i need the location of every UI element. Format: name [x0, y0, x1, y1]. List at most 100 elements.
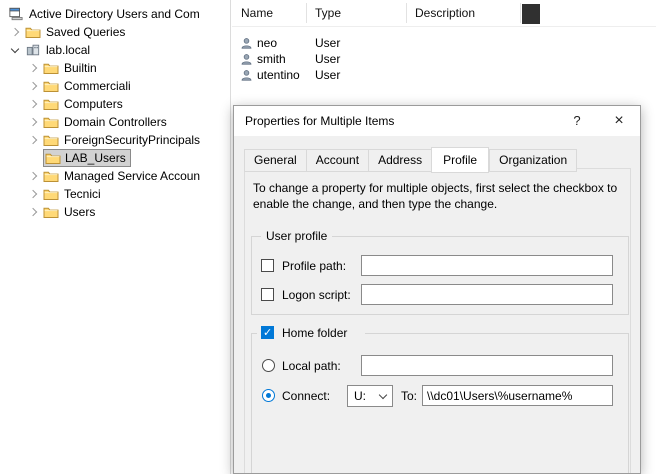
folder-icon — [43, 97, 59, 111]
local-path-label: Local path: — [282, 359, 341, 373]
tree-item-lab-local[interactable]: lab.local — [0, 41, 230, 59]
folder-icon — [43, 205, 59, 219]
user-icon — [240, 37, 253, 50]
folder-icon — [25, 25, 41, 39]
chevron-down-icon — [379, 391, 387, 399]
dialog-title: Properties for Multiple Items — [245, 106, 394, 136]
home-folder-checkbox[interactable] — [261, 326, 274, 339]
chevron-right-icon[interactable] — [29, 64, 37, 72]
logon-script-label: Logon script: — [282, 288, 351, 302]
tree-item-label: Managed Service Accoun — [64, 169, 200, 183]
chevron-right-icon[interactable] — [29, 190, 37, 198]
folder-icon — [43, 61, 59, 75]
tree-item-foreign-security-principals[interactable]: ForeignSecurityPrincipals — [0, 131, 230, 149]
list-item-utentino[interactable]: utentino User — [232, 67, 656, 83]
user-type: User — [315, 36, 340, 50]
tree-item-managed-service-accounts[interactable]: Managed Service Accoun — [0, 167, 230, 185]
chevron-right-icon[interactable] — [29, 118, 37, 126]
tab-account[interactable]: Account — [306, 149, 368, 172]
console-tree-panel: Active Directory Users and Com Saved Que… — [0, 0, 231, 474]
logon-script-input[interactable] — [361, 284, 613, 305]
chevron-right-icon[interactable] — [11, 28, 19, 36]
user-name: smith — [257, 52, 315, 66]
close-button[interactable]: × — [598, 106, 640, 136]
home-folder-label: Home folder — [282, 326, 347, 340]
folder-icon — [43, 79, 59, 93]
description-text-line2: enable the change, and then type the cha… — [253, 197, 497, 211]
folder-icon — [43, 169, 59, 183]
description-text-line1: To change a property for multiple object… — [253, 181, 617, 195]
user-icon — [240, 53, 253, 66]
connect-path-input[interactable] — [422, 385, 613, 406]
chevron-right-icon[interactable] — [29, 100, 37, 108]
user-type: User — [315, 68, 340, 82]
tab-organization[interactable]: Organization — [489, 149, 577, 172]
column-header-name[interactable]: Name — [241, 6, 273, 20]
tree-item-users[interactable]: Users — [0, 203, 230, 221]
chevron-right-icon[interactable] — [29, 136, 37, 144]
user-name: neo — [257, 36, 315, 50]
user-type: User — [315, 52, 340, 66]
tree-item-computers[interactable]: Computers — [0, 95, 230, 113]
tree-item-label: Domain Controllers — [64, 115, 167, 129]
domain-icon — [25, 43, 41, 57]
user-profile-group-title: User profile — [261, 229, 332, 243]
folder-icon — [45, 151, 61, 165]
tree-item-label: lab.local — [46, 43, 90, 57]
chevron-right-icon[interactable] — [29, 82, 37, 90]
list-column-header: Name Type Description — [232, 0, 656, 27]
drive-letter-dropdown[interactable]: U: — [347, 385, 393, 407]
user-icon — [240, 69, 253, 82]
tree-item-root[interactable]: Active Directory Users and Com — [0, 5, 230, 23]
column-divider[interactable] — [406, 3, 407, 23]
column-divider[interactable] — [306, 3, 307, 23]
selected-highlight: LAB_Users — [43, 149, 131, 167]
tree-item-saved-queries[interactable]: Saved Queries — [0, 23, 230, 41]
to-label: To: — [401, 389, 417, 403]
tree-item-label: ForeignSecurityPrincipals — [64, 133, 200, 147]
drive-letter-value: U: — [348, 389, 380, 403]
tree-item-label: Active Directory Users and Com — [29, 7, 200, 21]
list-item-neo[interactable]: neo User — [232, 35, 656, 51]
folder-icon — [43, 133, 59, 147]
tree-item-domain-controllers[interactable]: Domain Controllers — [0, 113, 230, 131]
properties-dialog: Properties for Multiple Items ? × Genera… — [233, 105, 641, 474]
header-dark-block — [522, 4, 540, 24]
logon-script-checkbox[interactable] — [261, 288, 274, 301]
column-divider[interactable] — [520, 3, 521, 23]
tab-address[interactable]: Address — [368, 149, 431, 172]
aduc-console-window: Active Directory Users and Com Saved Que… — [0, 0, 656, 474]
tree-item-label: Users — [64, 205, 95, 219]
local-path-input[interactable] — [361, 355, 613, 376]
dialog-tabstrip: General Account Address Profile Organiza… — [244, 147, 577, 172]
tree-item-builtin[interactable]: Builtin — [0, 59, 230, 77]
tree-item-tecnici[interactable]: Tecnici — [0, 185, 230, 203]
tab-general[interactable]: General — [244, 149, 306, 172]
list-item-smith[interactable]: smith User — [232, 51, 656, 67]
connect-label: Connect: — [282, 389, 330, 403]
dialog-titlebar[interactable]: Properties for Multiple Items ? × — [234, 106, 640, 136]
tree-item-commerciali[interactable]: Commerciali — [0, 77, 230, 95]
chevron-right-icon[interactable] — [29, 172, 37, 180]
aduc-root-icon — [8, 7, 24, 21]
connect-radio[interactable] — [262, 389, 275, 402]
tree-item-label: Tecnici — [64, 187, 101, 201]
tree-item-lab-users[interactable]: LAB_Users — [0, 149, 230, 167]
column-header-type[interactable]: Type — [315, 6, 341, 20]
profile-path-label: Profile path: — [282, 259, 346, 273]
tree-item-label: Computers — [64, 97, 123, 111]
tree-item-label: Builtin — [64, 61, 97, 75]
profile-path-input[interactable] — [361, 255, 613, 276]
tab-profile[interactable]: Profile — [431, 147, 489, 173]
tree-item-label: LAB_Users — [65, 151, 126, 165]
profile-tab-page: To change a property for multiple object… — [244, 168, 631, 474]
column-header-description[interactable]: Description — [415, 6, 475, 20]
local-path-radio[interactable] — [262, 359, 275, 372]
chevron-right-icon[interactable] — [29, 208, 37, 216]
folder-icon — [43, 187, 59, 201]
profile-path-checkbox[interactable] — [261, 259, 274, 272]
chevron-down-icon[interactable] — [11, 44, 19, 52]
help-button[interactable]: ? — [556, 106, 598, 136]
user-name: utentino — [257, 68, 315, 82]
folder-icon — [43, 115, 59, 129]
